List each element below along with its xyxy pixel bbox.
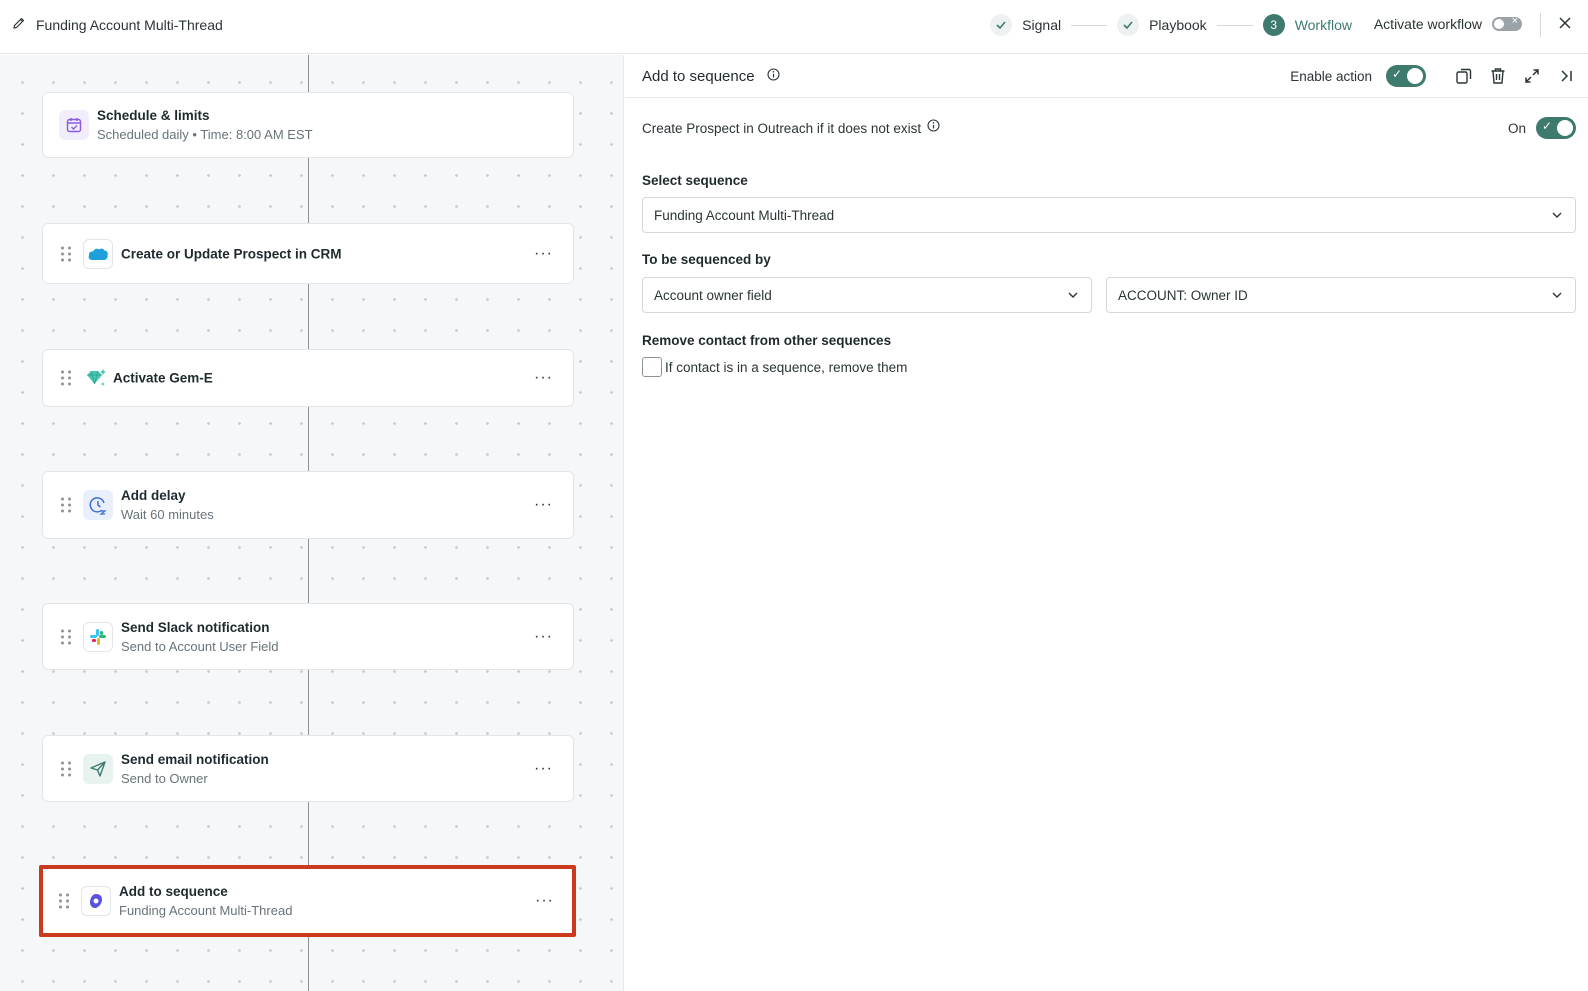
check-icon: ✓ (1542, 119, 1553, 133)
node-activate-gem-e[interactable]: Activate Gem-E ··· (42, 349, 574, 407)
step-label: Workflow (1294, 17, 1352, 33)
duplicate-icon[interactable] (1454, 66, 1474, 86)
step-label: Playbook (1149, 17, 1207, 33)
drag-handle-icon[interactable] (61, 370, 71, 386)
action-detail-panel: Add to sequence Enable action ✓ Create P… (625, 55, 1588, 991)
chevron-down-icon (1551, 209, 1563, 224)
create-prospect-state: On (1507, 120, 1526, 136)
node-send-slack-notification[interactable]: Send Slack notification Send to Account … (42, 603, 574, 670)
chevron-down-icon (1067, 289, 1079, 304)
slack-icon (83, 621, 113, 652)
drag-handle-icon[interactable] (61, 629, 71, 644)
select-sequence-label: Select sequence (642, 173, 748, 188)
drag-handle-icon[interactable] (61, 497, 71, 513)
workflow-title-text: Funding Account Multi-Thread (36, 16, 223, 33)
sequenced-by-dropdown[interactable]: Account owner field (642, 277, 1092, 313)
clock-icon (83, 490, 113, 520)
workflow-title[interactable]: Funding Account Multi-Thread (12, 16, 223, 33)
stepper: Signal Playbook 3 Workflow (990, 14, 1352, 36)
more-options-icon[interactable]: ··· (534, 496, 553, 514)
owner-field-value: ACCOUNT: Owner ID (1118, 287, 1248, 303)
panel-header: Add to sequence Enable action ✓ (625, 55, 1588, 98)
node-create-update-prospect[interactable]: Create or Update Prospect in CRM ··· (42, 223, 574, 284)
node-title: Send email notification (121, 751, 269, 767)
calendar-icon (59, 110, 89, 140)
more-options-icon[interactable]: ··· (534, 369, 553, 387)
remove-contact-label: Remove contact from other sequences (642, 333, 892, 348)
collapse-panel-icon[interactable] (1556, 66, 1576, 86)
node-subtitle: Funding Account Multi-Thread (119, 903, 293, 918)
more-options-icon[interactable]: ··· (535, 892, 554, 910)
activate-workflow-toggle[interactable] (1492, 15, 1522, 31)
node-title: Activate Gem-E (113, 370, 213, 386)
expand-icon[interactable] (1522, 66, 1542, 86)
sequenced-by-value: Account owner field (654, 287, 772, 303)
gem-sparkle-icon (81, 363, 111, 393)
more-options-icon[interactable]: ··· (534, 245, 553, 263)
pencil-icon (12, 16, 26, 33)
activate-workflow-label: Activate workflow (1373, 16, 1482, 32)
drag-handle-icon[interactable] (61, 761, 71, 776)
node-subtitle: Send to Owner (121, 770, 208, 786)
node-title: Send Slack notification (121, 619, 270, 635)
drag-handle-icon[interactable] (59, 893, 69, 909)
enable-action-toggle[interactable]: ✓ (1386, 65, 1426, 87)
node-add-delay[interactable]: Add delay Wait 60 minutes ··· (42, 471, 574, 539)
step-workflow[interactable]: 3 Workflow (1262, 14, 1352, 36)
sequenced-by-label: To be sequenced by (642, 252, 771, 267)
owner-field-dropdown[interactable]: ACCOUNT: Owner ID (1106, 277, 1576, 313)
remove-contact-row: If contact is in a sequence, remove them (642, 357, 1576, 377)
info-icon[interactable] (927, 119, 940, 137)
node-schedule-limits[interactable]: Schedule & limits Scheduled daily • Time… (42, 92, 574, 158)
node-subtitle: Scheduled daily • Time: 8:00 AM EST (97, 127, 313, 142)
node-subtitle: Send to Account User Field (121, 638, 279, 654)
select-sequence-value: Funding Account Multi-Thread (654, 207, 835, 223)
create-prospect-row: Create Prospect in Outreach if it does n… (642, 117, 1576, 139)
check-icon (1117, 14, 1140, 36)
select-sequence-dropdown[interactable]: Funding Account Multi-Thread (642, 197, 1576, 233)
create-prospect-label: Create Prospect in Outreach if it does n… (642, 120, 922, 136)
node-title: Add delay (121, 488, 186, 503)
step-label: Signal (1022, 17, 1062, 33)
more-options-icon[interactable]: ··· (534, 628, 553, 646)
top-bar: Funding Account Multi-Thread Signal Play… (0, 0, 1588, 54)
node-send-email-notification[interactable]: Send email notification Send to Owner ··… (42, 735, 574, 802)
remove-contact-checkbox[interactable] (642, 357, 662, 377)
node-add-to-sequence[interactable]: Add to sequence Funding Account Multi-Th… (39, 865, 576, 937)
drag-handle-icon[interactable] (61, 246, 71, 261)
step-number: 3 (1262, 14, 1285, 36)
remove-contact-checkbox-label: If contact is in a sequence, remove them (665, 359, 908, 375)
panel-title: Add to sequence (642, 68, 755, 85)
node-subtitle: Wait 60 minutes (121, 507, 214, 522)
info-icon[interactable] (767, 68, 780, 85)
enable-action-label: Enable action (1290, 68, 1372, 84)
activate-workflow: Activate workflow (1373, 15, 1522, 32)
check-icon: ✓ (1392, 67, 1403, 81)
check-icon (990, 14, 1013, 36)
divider (1540, 13, 1541, 37)
node-title: Schedule & limits (97, 108, 210, 123)
step-connector (1071, 24, 1108, 26)
outreach-icon (81, 886, 111, 916)
step-playbook[interactable]: Playbook (1117, 14, 1207, 36)
create-prospect-toggle[interactable]: ✓ (1536, 117, 1576, 139)
node-title: Create or Update Prospect in CRM (121, 246, 342, 261)
close-icon[interactable] (1558, 14, 1572, 35)
workflow-canvas[interactable]: Schedule & limits Scheduled daily • Time… (0, 55, 624, 991)
node-title: Add to sequence (119, 884, 228, 899)
step-signal[interactable]: Signal (990, 14, 1061, 36)
send-icon (83, 753, 113, 784)
salesforce-cloud-icon (83, 238, 113, 269)
more-options-icon[interactable]: ··· (534, 760, 553, 778)
trash-icon[interactable] (1488, 66, 1508, 86)
step-connector (1216, 24, 1253, 26)
chevron-down-icon (1551, 289, 1563, 304)
